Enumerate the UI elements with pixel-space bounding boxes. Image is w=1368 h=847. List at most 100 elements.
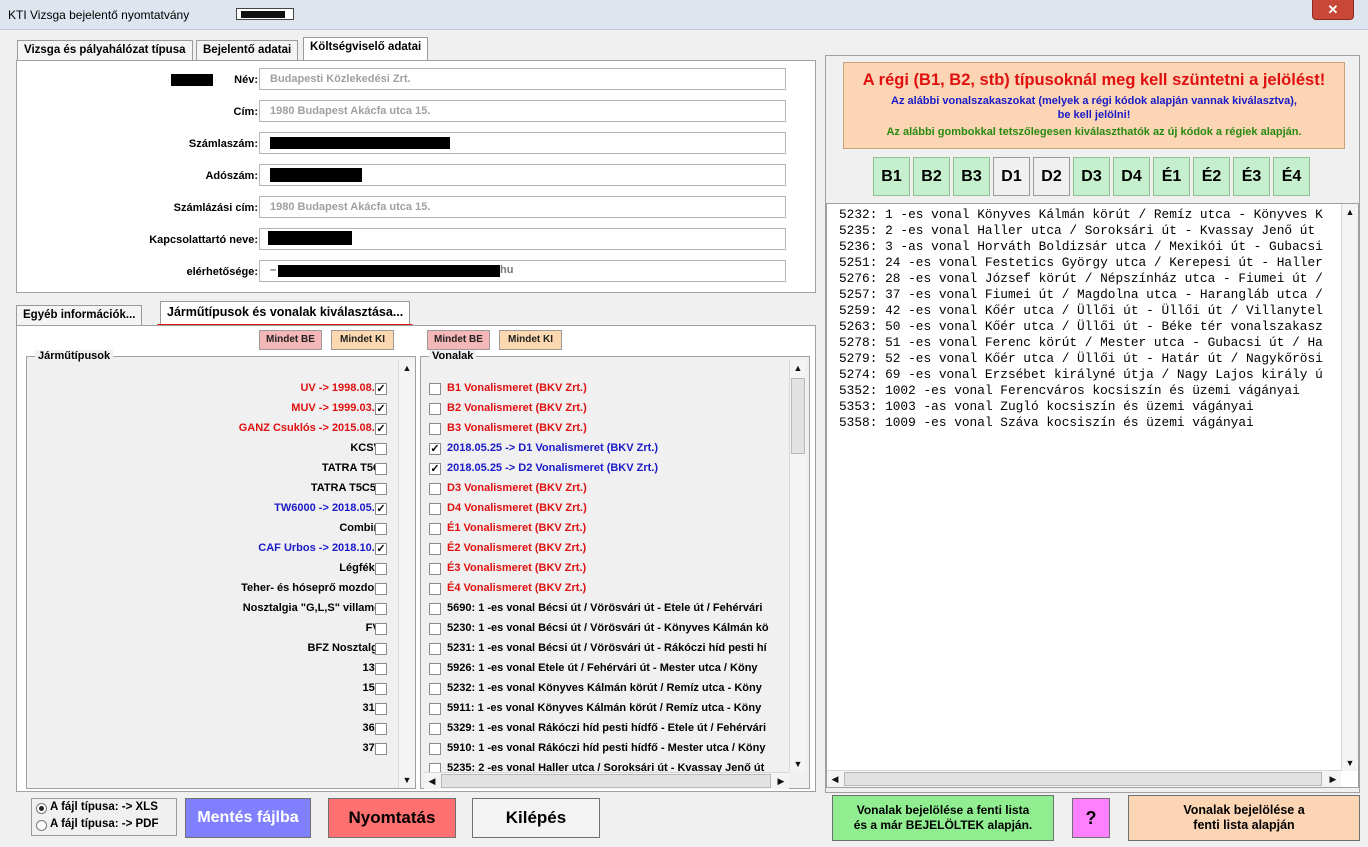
scroll-down-icon[interactable]: ▼ xyxy=(1342,755,1358,771)
vonalak-scroll-thumb[interactable] xyxy=(791,378,805,454)
result-hscroll-thumb[interactable] xyxy=(844,772,1322,786)
vonal-checkbox[interactable] xyxy=(429,583,441,595)
vonalak-hscroll-thumb[interactable] xyxy=(441,774,771,788)
vonal-checkbox[interactable] xyxy=(429,603,441,615)
jarmutipus-checkbox[interactable] xyxy=(375,583,387,595)
jarmutipus-item[interactable]: TATRA T5C5 K xyxy=(27,479,397,499)
vonal-item[interactable]: É2 Vonalismeret (BKV Zrt.) xyxy=(421,539,791,559)
jarmutipus-checkbox[interactable]: ✓ xyxy=(375,543,387,555)
xls-radio[interactable] xyxy=(36,803,47,814)
vonal-checkbox[interactable] xyxy=(429,723,441,735)
vonal-item[interactable]: É4 Vonalismeret (BKV Zrt.) xyxy=(421,579,791,599)
tab-egyeb[interactable]: Egyéb információk... xyxy=(16,305,143,325)
vonal-checkbox[interactable] xyxy=(429,503,441,515)
szamlazasi-cim-field[interactable]: 1980 Budapest Akácfa utca 15. xyxy=(259,196,786,218)
vonalak-hscrollbar[interactable]: ◀ ▶ xyxy=(424,772,789,789)
tab-jarmutipusok[interactable]: Járműtípusok és vonalak kiválasztása... xyxy=(157,301,414,327)
vonal-item[interactable]: 5230: 1 -es vonal Bécsi út / Vörösvári ú… xyxy=(421,619,791,639)
jarmutipus-item[interactable]: 3100 xyxy=(27,699,397,719)
code-button-d3[interactable]: D3 xyxy=(1073,157,1110,196)
jarmu-mindet-ki-button[interactable]: Mindet KI xyxy=(331,330,394,350)
vonal-mindet-ki-button[interactable]: Mindet KI xyxy=(499,330,562,350)
jarmutipus-item[interactable]: 3600 xyxy=(27,719,397,739)
tab-koltsegviselo[interactable]: Költségviselő adatai xyxy=(300,37,432,63)
vonal-checkbox[interactable] xyxy=(429,383,441,395)
jarmutipus-item[interactable]: MUV -> 1999.03.26 ✓ xyxy=(27,399,397,419)
result-vscrollbar[interactable]: ▲ ▼ xyxy=(1341,204,1358,771)
vonal-checkbox[interactable] xyxy=(429,663,441,675)
vonal-checkbox[interactable] xyxy=(429,743,441,755)
vonal-checkbox[interactable] xyxy=(429,623,441,635)
save-button[interactable]: Mentés fájlba xyxy=(185,798,311,838)
jarmutipus-checkbox[interactable] xyxy=(375,623,387,635)
jarmutipus-item[interactable]: Légfékes xyxy=(27,559,397,579)
exit-button[interactable]: Kilépés xyxy=(472,798,600,838)
jarmutipus-item[interactable]: BFZ Nosztalgia xyxy=(27,639,397,659)
scroll-down-icon[interactable]: ▼ xyxy=(790,756,806,772)
vonal-item[interactable]: 5910: 1 -es vonal Rákóczi híd pesti hídf… xyxy=(421,739,791,759)
adoszam-field[interactable] xyxy=(259,164,786,186)
code-button-b1[interactable]: B1 xyxy=(873,157,910,196)
jarmutipus-item[interactable]: FVV xyxy=(27,619,397,639)
jarmutipus-checkbox[interactable]: ✓ xyxy=(375,383,387,395)
code-button-é2[interactable]: É2 xyxy=(1193,157,1230,196)
nev-field[interactable]: Budapesti Közlekedési Zrt. xyxy=(259,68,786,90)
jarmutipus-checkbox[interactable] xyxy=(375,463,387,475)
code-button-d4[interactable]: D4 xyxy=(1113,157,1150,196)
jarmutipus-item[interactable]: Nosztalgia "G,L,S" villamos xyxy=(27,599,397,619)
jarmutipus-item[interactable]: GANZ Csuklós -> 2015.08.14 ✓ xyxy=(27,419,397,439)
vonal-checkbox[interactable]: ✓ xyxy=(429,463,441,475)
jarmutipus-item[interactable]: UV -> 1998.08.24 ✓ xyxy=(27,379,397,399)
jarmutipus-item[interactable]: 1303 xyxy=(27,659,397,679)
elerhetoseg-field[interactable]: – hu xyxy=(259,260,786,282)
vonal-item[interactable]: 5926: 1 -es vonal Etele út / Fehérvári ú… xyxy=(421,659,791,679)
vonal-item[interactable]: 5235: 2 -es vonal Haller utca / Soroksár… xyxy=(421,759,791,773)
vonal-item[interactable]: 5911: 1 -es vonal Könyves Kálmán körút /… xyxy=(421,699,791,719)
code-button-b2[interactable]: B2 xyxy=(913,157,950,196)
vonalak-vscrollbar[interactable]: ▲ ▼ xyxy=(789,360,806,772)
mark-by-list-and-checked-button[interactable]: Vonalak bejelölése a fenti lista és a má… xyxy=(832,795,1054,841)
jarmutipus-checkbox[interactable]: ✓ xyxy=(375,503,387,515)
vonal-checkbox[interactable] xyxy=(429,643,441,655)
print-button[interactable]: Nyomtatás xyxy=(328,798,456,838)
szamlaszam-field[interactable] xyxy=(259,132,786,154)
jarmutipus-checkbox[interactable] xyxy=(375,663,387,675)
jarmutipus-item[interactable]: 3750 xyxy=(27,739,397,759)
help-button[interactable]: ? xyxy=(1072,798,1110,838)
code-button-é1[interactable]: É1 xyxy=(1153,157,1190,196)
vonal-checkbox[interactable] xyxy=(429,563,441,575)
scroll-right-icon[interactable]: ▶ xyxy=(1325,771,1341,787)
vonal-checkbox[interactable] xyxy=(429,423,441,435)
mark-by-list-button[interactable]: Vonalak bejelölése a fenti lista alapján xyxy=(1128,795,1360,841)
code-button-b3[interactable]: B3 xyxy=(953,157,990,196)
vonal-item[interactable]: D3 Vonalismeret (BKV Zrt.) xyxy=(421,479,791,499)
scroll-left-icon[interactable]: ◀ xyxy=(827,771,843,787)
close-button[interactable]: ✕ xyxy=(1312,0,1354,20)
jarmutipus-item[interactable]: TATRA T5C5 xyxy=(27,459,397,479)
vonal-item[interactable]: D4 Vonalismeret (BKV Zrt.) xyxy=(421,499,791,519)
vonal-checkbox[interactable] xyxy=(429,523,441,535)
scroll-up-icon[interactable]: ▲ xyxy=(790,360,806,376)
code-button-é4[interactable]: É4 xyxy=(1273,157,1310,196)
scroll-down-icon[interactable]: ▼ xyxy=(399,772,415,788)
pdf-radio[interactable] xyxy=(36,820,47,831)
vonal-item[interactable]: 5231: 1 -es vonal Bécsi út / Vörösvári ú… xyxy=(421,639,791,659)
vonal-item[interactable]: B3 Vonalismeret (BKV Zrt.) xyxy=(421,419,791,439)
vonal-checkbox[interactable] xyxy=(429,543,441,555)
cim-field[interactable]: 1980 Budapest Akácfa utca 15. xyxy=(259,100,786,122)
result-hscrollbar[interactable]: ◀ ▶ xyxy=(827,770,1341,787)
vonal-item[interactable]: B2 Vonalismeret (BKV Zrt.) xyxy=(421,399,791,419)
jarmutipus-checkbox[interactable] xyxy=(375,483,387,495)
vonal-item[interactable]: ✓ 2018.05.25 -> D1 Vonalismeret (BKV Zrt.… xyxy=(421,439,791,459)
tab-vizsga[interactable]: Vizsga és pályahálózat típusa xyxy=(17,40,193,60)
vonal-item[interactable]: ✓ 2018.05.25 -> D2 Vonalismeret (BKV Zrt.… xyxy=(421,459,791,479)
jarmutipus-checkbox[interactable] xyxy=(375,683,387,695)
vonal-item[interactable]: É1 Vonalismeret (BKV Zrt.) xyxy=(421,519,791,539)
jarmutipus-checkbox[interactable] xyxy=(375,603,387,615)
vonal-item[interactable]: 5329: 1 -es vonal Rákóczi híd pesti hídf… xyxy=(421,719,791,739)
jarmutipus-checkbox[interactable] xyxy=(375,643,387,655)
jarmutipus-checkbox[interactable] xyxy=(375,743,387,755)
jarmutipus-item[interactable]: Combino xyxy=(27,519,397,539)
jarmutipus-checkbox[interactable] xyxy=(375,563,387,575)
jarmutipusok-scrollbar[interactable]: ▲ ▼ xyxy=(398,360,415,788)
